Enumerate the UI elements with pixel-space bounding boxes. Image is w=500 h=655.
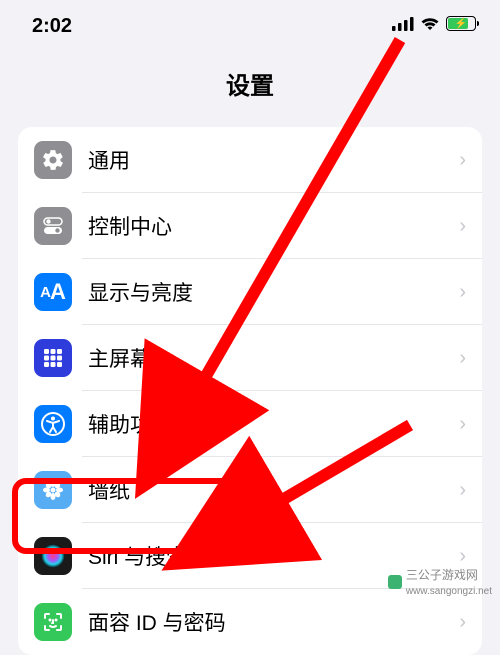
chevron-right-icon: › [459,281,466,304]
flower-icon [34,471,72,509]
row-label-faceid: 面容 ID 与密码 [88,607,459,637]
chevron-right-icon: › [459,545,466,568]
watermark-text: 三公子游戏网 [406,568,478,582]
settings-row-home-screen[interactable]: 主屏幕 › [18,325,482,391]
watermark: 三公子游戏网 www.sangongzi.net [388,566,492,597]
switch-icon [34,207,72,245]
grid-icon [34,339,72,377]
row-label-general: 通用 [88,145,459,175]
cellular-signal-icon [392,17,414,36]
page-title: 设置 [226,73,274,100]
status-bar: 2:02 ⚡ [0,0,500,48]
faceid-icon [34,603,72,641]
wifi-icon [420,17,440,36]
accessibility-icon [34,405,72,443]
row-label-display: 显示与亮度 [88,277,459,307]
battery-icon: ⚡ [446,16,476,36]
chevron-right-icon: › [459,413,466,436]
chevron-right-icon: › [459,149,466,172]
settings-header: 设置 [0,48,500,127]
settings-row-faceid[interactable]: 面容 ID 与密码 › [18,589,482,655]
siri-icon [34,537,72,575]
watermark-url: www.sangongzi.net [406,586,492,597]
row-label-control-center: 控制中心 [88,211,459,241]
status-icons: ⚡ [392,16,476,36]
chevron-right-icon: › [459,479,466,502]
settings-row-general[interactable]: 通用 › [18,127,482,193]
settings-row-wallpaper[interactable]: 墙纸 › [18,457,482,523]
chevron-right-icon: › [459,215,466,238]
chevron-right-icon: › [459,347,466,370]
settings-row-accessibility[interactable]: 辅助功能 › [18,391,482,457]
chevron-right-icon: › [459,611,466,634]
status-time: 2:02 [32,15,72,38]
row-label-accessibility: 辅助功能 [88,409,459,439]
settings-row-control-center[interactable]: 控制中心 › [18,193,482,259]
watermark-icon [388,575,402,589]
settings-row-display[interactable]: AA 显示与亮度 › [18,259,482,325]
text-size-icon: AA [34,273,72,311]
row-label-wallpaper: 墙纸 [88,475,459,505]
row-label-home-screen: 主屏幕 [88,343,459,373]
gear-icon [34,141,72,179]
